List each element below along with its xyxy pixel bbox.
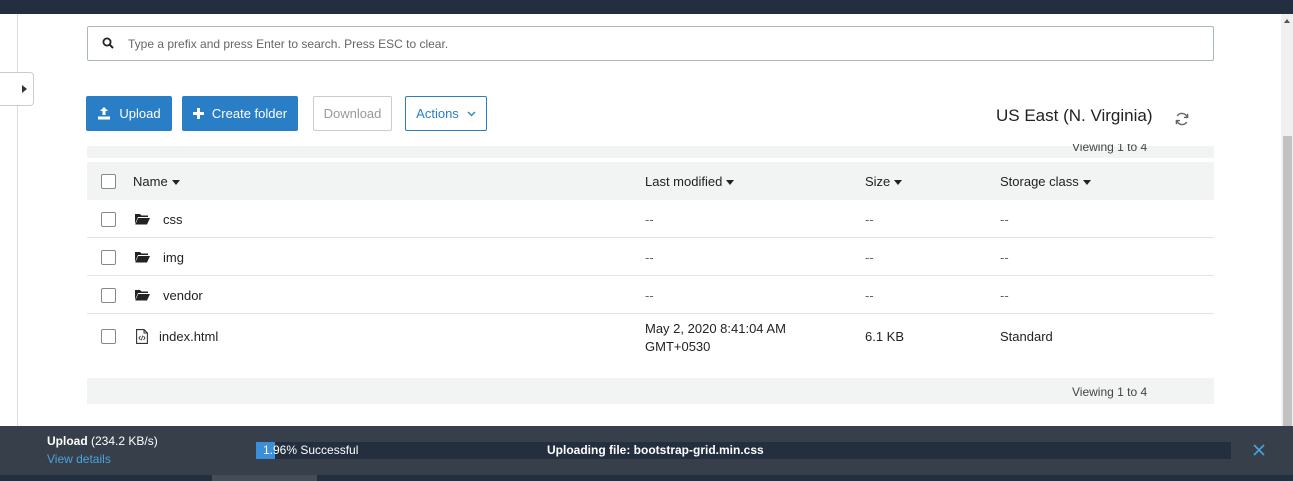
- table-bottom-bar: [87, 378, 1214, 404]
- row-last-modified: --: [645, 212, 654, 227]
- search-icon: [102, 37, 114, 49]
- column-header-name[interactable]: Name: [133, 174, 180, 189]
- sort-caret-icon: [726, 180, 735, 186]
- row-last-modified: May 2, 2020 8:41:04 AM: [645, 321, 786, 336]
- pagination-bottom: Viewing 1 to 4: [1072, 385, 1148, 399]
- view-details-link[interactable]: View details: [47, 452, 111, 466]
- download-button[interactable]: Download: [313, 96, 392, 131]
- select-all-checkbox[interactable]: [101, 174, 116, 189]
- refresh-icon[interactable]: [1173, 110, 1191, 128]
- region-label: US East (N. Virginia): [996, 106, 1153, 125]
- search-box: [87, 26, 1214, 61]
- row-name-link[interactable]: css: [163, 212, 183, 227]
- upload-footer-segment: [212, 475, 317, 481]
- sort-caret-icon: [171, 180, 180, 186]
- row-checkbox[interactable]: [101, 288, 116, 303]
- create-folder-button[interactable]: Create folder: [182, 96, 298, 131]
- row-storage-class: --: [1000, 288, 1009, 303]
- html-file-icon: [136, 329, 148, 344]
- row-name-link[interactable]: img: [163, 250, 184, 265]
- chevron-down-icon: [467, 111, 476, 116]
- actions-dropdown[interactable]: Actions: [405, 96, 487, 131]
- row-storage-class: Standard: [1000, 329, 1053, 344]
- row-name-link[interactable]: vendor: [163, 288, 203, 303]
- row-name-link[interactable]: index.html: [159, 329, 218, 344]
- row-checkbox[interactable]: [101, 329, 116, 344]
- upload-footer-strip: [0, 475, 1293, 481]
- upload-title-label: Upload: [47, 434, 88, 448]
- column-header-label: Storage class: [1000, 174, 1079, 189]
- upload-speed: (234.2 KB/s): [91, 434, 158, 448]
- sort-caret-icon: [1082, 180, 1091, 186]
- vertical-scrollbar[interactable]: [1281, 14, 1293, 428]
- sort-caret-icon: [894, 180, 903, 186]
- close-icon[interactable]: [1252, 443, 1266, 457]
- download-button-label: Download: [323, 106, 382, 121]
- column-header-label: Name: [133, 174, 168, 189]
- row-storage-class: --: [1000, 250, 1009, 265]
- create-folder-button-label: Create folder: [211, 106, 288, 121]
- row-storage-class: --: [1000, 212, 1009, 227]
- plus-icon: [192, 108, 204, 119]
- row-size: --: [865, 212, 874, 227]
- row-last-modified: --: [645, 250, 654, 265]
- folder-icon: [135, 214, 150, 225]
- row-size: --: [865, 288, 874, 303]
- upload-button-label: Upload: [119, 106, 161, 121]
- row-checkbox[interactable]: [101, 212, 116, 227]
- column-header-label: Last modified: [645, 174, 723, 189]
- scrollbar-thumb[interactable]: [1283, 136, 1292, 428]
- sidebar-toggle-button[interactable]: [0, 72, 34, 106]
- folder-icon: [135, 290, 150, 301]
- row-last-modified-timezone: GMT+0530: [645, 339, 711, 354]
- column-header-size[interactable]: Size: [865, 174, 903, 189]
- row-checkbox[interactable]: [101, 250, 116, 265]
- row-size: 6.1 KB: [865, 329, 905, 344]
- actions-dropdown-label: Actions: [416, 106, 459, 121]
- upload-progress-text: 1.96% Successful: [263, 443, 359, 457]
- search-input[interactable]: [128, 27, 1198, 60]
- row-size: --: [865, 250, 874, 265]
- scroll-up-arrow-icon[interactable]: [1284, 19, 1290, 23]
- column-header-last-modified[interactable]: Last modified: [645, 174, 735, 189]
- upload-button[interactable]: Upload: [86, 96, 172, 131]
- upload-icon: [98, 107, 111, 120]
- caret-right-icon: [22, 85, 27, 93]
- uploading-file-text: Uploading file: bootstrap-grid.min.css: [547, 443, 764, 457]
- row-last-modified: --: [645, 288, 654, 303]
- top-navigation-bar: [0, 0, 1293, 14]
- pagination-top: Viewing 1 to 4: [1072, 144, 1148, 154]
- column-header-label: Size: [865, 174, 891, 189]
- upload-status-title: Upload (234.2 KB/s): [47, 434, 158, 448]
- table-top-bar: [87, 146, 1214, 158]
- folder-icon: [135, 252, 150, 263]
- column-header-storage-class[interactable]: Storage class: [1000, 174, 1091, 189]
